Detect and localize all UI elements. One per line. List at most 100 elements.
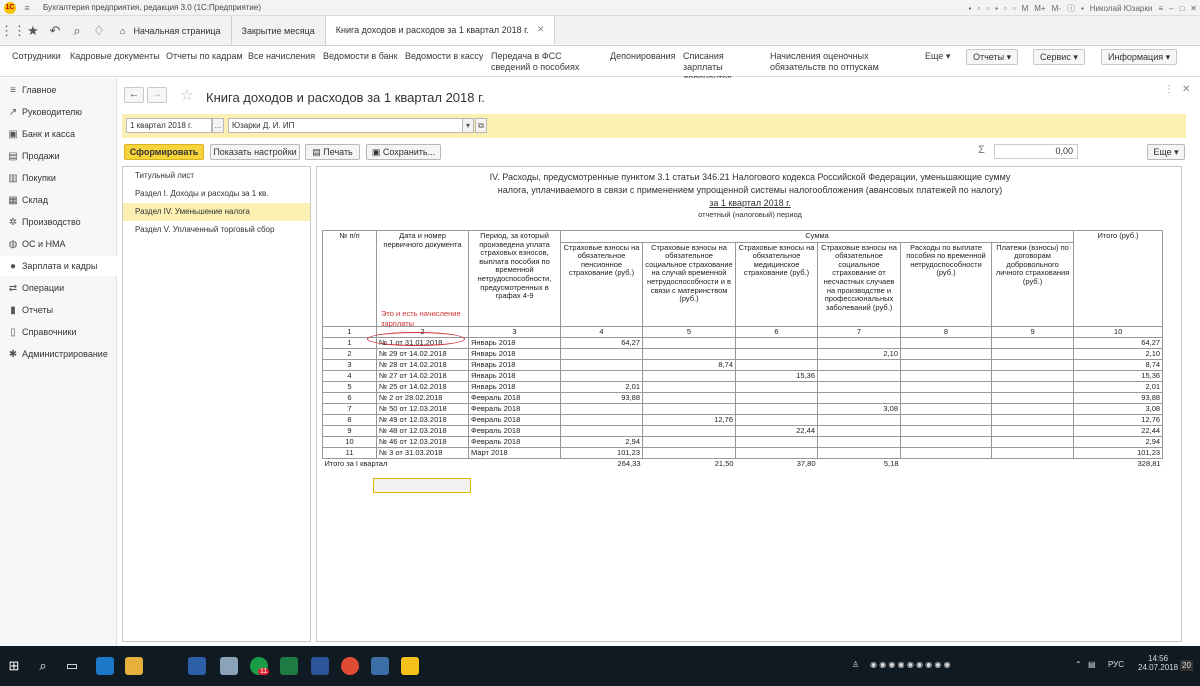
total-cell[interactable] <box>991 458 1074 470</box>
sidebar-item-purchases[interactable]: ▥ Покупки <box>0 168 117 188</box>
menu-employees[interactable]: Сотрудники <box>12 51 61 62</box>
amount-cell[interactable] <box>900 403 992 415</box>
tray-chevron-icon[interactable]: ⌃ <box>1075 660 1082 669</box>
sidebar-item-operations[interactable]: ⇄ Операции <box>0 278 117 298</box>
close-tab-icon[interactable]: ✕ <box>537 24 545 35</box>
tab-income-book[interactable]: Книга доходов и расходов за 1 квартал 20… <box>325 16 556 45</box>
task-view-icon[interactable]: ▭ <box>62 656 82 676</box>
org-open-icon[interactable]: ⧉ <box>475 118 487 133</box>
amount-cell[interactable]: 22,44 <box>1073 425 1164 437</box>
document-cell[interactable]: № 50 от 12.03.2018 <box>376 403 469 415</box>
amount-cell[interactable] <box>990 381 1075 393</box>
amount-cell[interactable]: 15,36 <box>1073 370 1164 382</box>
amount-cell[interactable] <box>900 436 992 448</box>
file-explorer-icon[interactable] <box>125 657 143 675</box>
document-cell[interactable]: № 27 от 14.02.2018 <box>376 370 469 382</box>
memory-m[interactable]: M <box>1022 4 1029 13</box>
row-number-cell[interactable]: 10 <box>322 436 377 448</box>
document-cell[interactable]: № 49 от 12.03.2018 <box>376 414 469 426</box>
amount-cell[interactable] <box>642 392 736 404</box>
row-number-cell[interactable]: 8 <box>322 414 377 426</box>
section-4[interactable]: Раздел IV. Уменьшение налога <box>123 203 310 221</box>
amount-cell[interactable]: 2,01 <box>1073 381 1164 393</box>
amount-cell[interactable]: 93,88 <box>560 392 643 404</box>
sidebar-item-reports[interactable]: ▮ Отчеты <box>0 300 117 320</box>
amount-cell[interactable]: 64,27 <box>1073 337 1164 349</box>
amount-cell[interactable] <box>990 337 1075 349</box>
close-form-icon[interactable]: ✕ <box>1182 84 1190 95</box>
menu-fss-transfer[interactable]: Передача в ФСС сведений о пособиях <box>491 51 601 73</box>
amount-cell[interactable] <box>900 370 992 382</box>
amount-cell[interactable] <box>560 359 643 371</box>
amount-cell[interactable] <box>642 403 736 415</box>
amount-cell[interactable] <box>990 436 1075 448</box>
show-settings-button[interactable]: Показать настройки <box>210 144 300 160</box>
amount-cell[interactable] <box>990 403 1075 415</box>
chrome-icon[interactable] <box>341 657 359 675</box>
calendar-icon[interactable]: ▫ <box>1013 4 1016 13</box>
amount-cell[interactable] <box>990 447 1075 459</box>
row-number-cell[interactable]: 2 <box>322 348 377 360</box>
amount-cell[interactable] <box>560 348 643 360</box>
section-1[interactable]: Раздел I. Доходы и расходы за 1 кв. <box>123 185 310 203</box>
menu-all-accruals[interactable]: Все начисления <box>248 51 315 62</box>
info-button[interactable]: Информация ▾ <box>1101 49 1178 65</box>
attach-icon[interactable]: ▪ <box>995 4 998 13</box>
amount-cell[interactable] <box>900 392 992 404</box>
sidebar-item-salary[interactable]: ● Зарплата и кадры <box>0 256 117 276</box>
total-cell[interactable]: 37,80 <box>735 458 818 470</box>
apps-grid-icon[interactable]: ⋮⋮ <box>0 16 26 45</box>
menu-bank-statements[interactable]: Ведомости в банк <box>323 51 398 62</box>
document-cell[interactable]: № 29 от 14.02.2018 <box>376 348 469 360</box>
save-icon[interactable]: ▪ <box>969 4 972 13</box>
amount-cell[interactable] <box>735 414 818 426</box>
menu-icon[interactable]: ≡ <box>21 2 33 14</box>
row-number-cell[interactable]: 5 <box>322 381 377 393</box>
tray-people-icon[interactable]: ♙ <box>852 660 859 669</box>
period-cell[interactable]: Март 2018 <box>468 447 561 459</box>
document-cell[interactable]: № 46 от 12.03.2018 <box>376 436 469 448</box>
amount-cell[interactable] <box>990 392 1075 404</box>
close-icon[interactable]: ✕ <box>1190 4 1197 13</box>
total-cell[interactable] <box>900 458 992 470</box>
amount-cell[interactable]: 12,76 <box>1073 414 1164 426</box>
excel-icon[interactable] <box>280 657 298 675</box>
amount-cell[interactable] <box>735 403 818 415</box>
org-dropdown-icon[interactable]: ▾ <box>462 118 474 133</box>
total-cell[interactable]: 21,50 <box>642 458 736 470</box>
amount-cell[interactable] <box>735 348 818 360</box>
amount-cell[interactable] <box>900 348 992 360</box>
sidebar-item-bank[interactable]: ▣ Банк и касса <box>0 124 117 144</box>
info-icon[interactable]: ⓘ <box>1067 3 1075 14</box>
calc-icon[interactable]: ▫ <box>1004 4 1007 13</box>
document-cell[interactable]: № 25 от 14.02.2018 <box>376 381 469 393</box>
notification-count[interactable]: 20 <box>1180 660 1193 671</box>
total-cell[interactable]: 5,18 <box>817 458 901 470</box>
amount-cell[interactable]: 2,94 <box>560 436 643 448</box>
tab-home[interactable]: ⌂ Начальная страница <box>110 16 232 45</box>
favorites-icon[interactable]: ★ <box>22 16 44 45</box>
amount-cell[interactable] <box>900 425 992 437</box>
amount-cell[interactable] <box>735 381 818 393</box>
save-app-icon[interactable] <box>188 657 206 675</box>
amount-cell[interactable]: 2,01 <box>560 381 643 393</box>
tray-icons[interactable]: ◉ ◉ ◉ ◉ ◉ ◉ ◉ ◉ ◉ <box>870 660 951 669</box>
sum-field[interactable]: 0,00 <box>994 144 1078 159</box>
amount-cell[interactable] <box>560 370 643 382</box>
amount-cell[interactable] <box>817 436 901 448</box>
mail-app-icon[interactable] <box>371 657 389 675</box>
organization-field[interactable]: Юзарки Д. И. ИП <box>228 118 464 133</box>
amount-cell[interactable]: 8,74 <box>1073 359 1164 371</box>
period-cell[interactable]: Январь 2018 <box>468 381 561 393</box>
clock[interactable]: 14:56 24.07.2018 <box>1138 654 1178 672</box>
sidebar-item-production[interactable]: ✲ Производство <box>0 212 117 232</box>
amount-cell[interactable]: 3,08 <box>817 403 901 415</box>
more-button[interactable]: Еще ▾ <box>1147 144 1185 160</box>
document-cell[interactable]: № 48 от 12.03.2018 <box>376 425 469 437</box>
amount-cell[interactable]: 2,10 <box>1073 348 1164 360</box>
settings-icon[interactable]: ≡ <box>1158 4 1163 13</box>
memory-m-minus[interactable]: M- <box>1052 4 1061 13</box>
period-cell[interactable]: Февраль 2018 <box>468 425 561 437</box>
windows-start-icon[interactable]: ⊞ <box>4 656 24 676</box>
document-cell[interactable]: № 2 от 28.02.2018 <box>376 392 469 404</box>
